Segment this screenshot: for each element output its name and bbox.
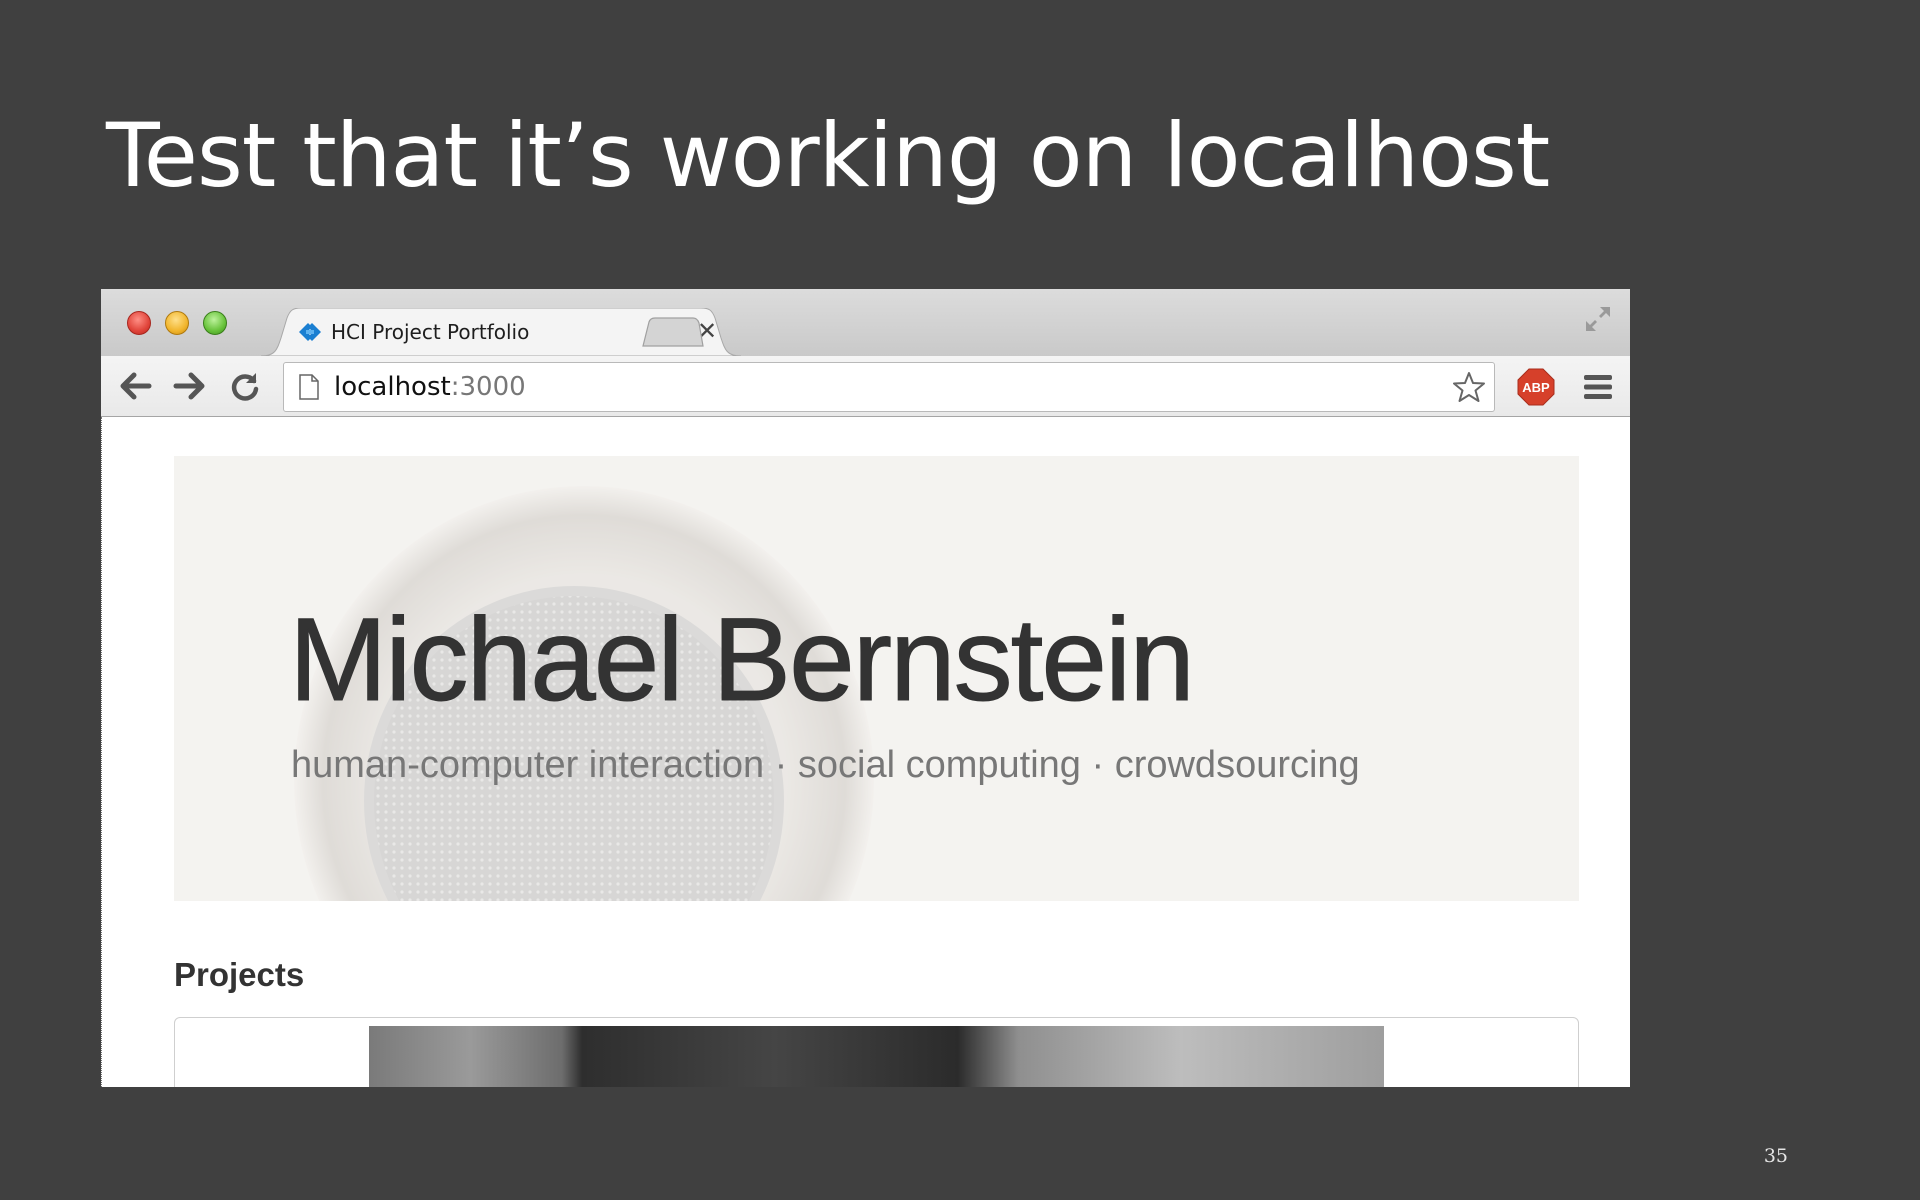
page-viewport: Michael Bernstein human-computer interac… <box>101 417 1630 1087</box>
new-tab-button[interactable] <box>641 316 705 348</box>
fullscreen-icon[interactable] <box>1582 303 1614 335</box>
project-thumbnail-image <box>369 1026 1384 1087</box>
forward-arrow-icon[interactable] <box>172 371 206 401</box>
menu-icon[interactable] <box>1583 373 1613 401</box>
address-bar[interactable]: localhost:3000 <box>283 362 1495 412</box>
reload-icon[interactable] <box>229 371 261 403</box>
adblock-plus-icon[interactable]: ABP <box>1517 368 1555 406</box>
tab-title: HCI Project Portfolio <box>331 320 530 344</box>
back-arrow-icon[interactable] <box>119 371 153 401</box>
hero-tagline: human-computer interaction · social comp… <box>291 744 1360 786</box>
slide-number: 35 <box>1763 1145 1788 1167</box>
close-window-button[interactable] <box>127 311 151 335</box>
zoom-window-button[interactable] <box>203 311 227 335</box>
favicon-icon <box>299 323 321 341</box>
browser-toolbar: localhost:3000 ABP <box>101 356 1630 417</box>
url-port: :3000 <box>450 372 526 402</box>
browser-window: HCI Project Portfolio ✕ localhost:3000 A… <box>101 289 1630 1087</box>
bookmark-star-icon[interactable] <box>1452 371 1486 403</box>
tab-strip: HCI Project Portfolio ✕ <box>101 289 1630 356</box>
url-host: localhost <box>334 372 451 402</box>
hero-name: Michael Bernstein <box>289 594 1196 727</box>
hero-banner: Michael Bernstein human-computer interac… <box>174 456 1579 901</box>
url-text: localhost:3000 <box>334 372 526 402</box>
minimize-window-button[interactable] <box>165 311 189 335</box>
slide-title: Test that it’s working on localhost <box>106 104 1550 207</box>
project-card[interactable] <box>174 1017 1579 1087</box>
abp-label: ABP <box>1522 380 1550 395</box>
page-icon <box>299 374 319 400</box>
projects-heading: Projects <box>174 956 305 993</box>
